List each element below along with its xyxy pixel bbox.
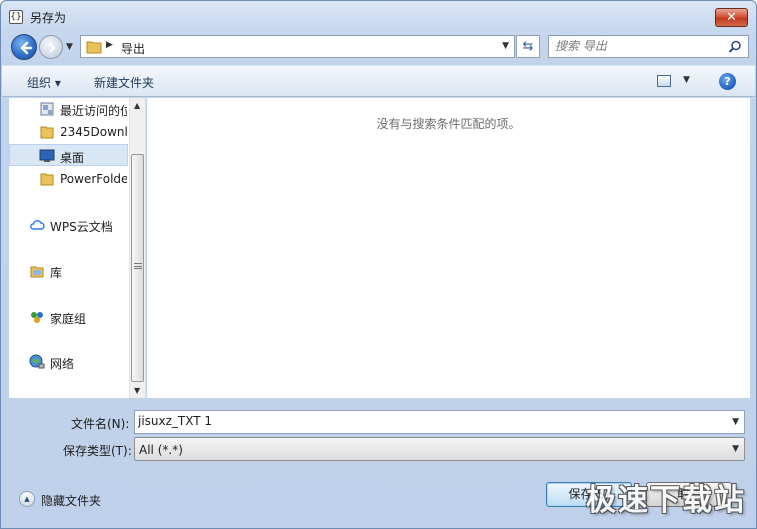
address-dropdown-icon[interactable]: ▼	[502, 41, 509, 51]
hide-folders-label[interactable]: 隐藏文件夹	[41, 492, 101, 509]
folder-icon	[40, 173, 54, 186]
folder-icon	[86, 41, 102, 54]
sidebar-item-label: PowerFolder	[60, 172, 127, 186]
sidebar-item-2345downloads[interactable]: 2345Downloads	[9, 121, 127, 143]
breadcrumb-item[interactable]: 导出	[121, 40, 145, 57]
recent-places-icon	[40, 102, 54, 116]
scroll-down-icon[interactable]: ▼	[134, 386, 140, 395]
title-bar: {} 另存为 ✕	[1, 1, 756, 31]
sidebar-item-label: 网络	[50, 357, 75, 371]
homegroup-icon	[31, 312, 43, 323]
search-input[interactable]	[555, 39, 725, 53]
scroll-up-icon[interactable]: ▲	[134, 101, 140, 110]
change-view-icon[interactable]	[657, 75, 671, 87]
navigation-bar: ▼ ▶ 导出 ▼ ⇆	[1, 33, 756, 61]
sidebar-item-label: 桌面	[60, 151, 85, 165]
sidebar-item-powerfolder[interactable]: PowerFolder	[9, 168, 127, 190]
view-options-dropdown[interactable]: ▼	[683, 75, 690, 85]
sidebar-item-label: 家庭组	[50, 312, 87, 326]
grip-icon	[134, 263, 142, 269]
chevron-down-icon[interactable]: ▼	[732, 444, 739, 454]
filetype-value: All (*.*)	[139, 443, 183, 457]
sidebar-item-wps-cloud[interactable]: WPS云文档	[9, 214, 127, 236]
sidebar-item-label: 最近访问的位置	[60, 104, 127, 118]
filename-combobox[interactable]: ▼	[134, 410, 745, 434]
chevron-down-icon[interactable]: ▼	[732, 417, 739, 427]
sidebar-item-label: 2345Downloads	[60, 125, 127, 139]
filename-label: 文件名(N):	[71, 417, 130, 431]
window-title: 另存为	[30, 11, 67, 25]
file-list-pane[interactable]: 没有与搜索条件匹配的项。	[147, 98, 750, 398]
sidebar-item-label: WPS云文档	[50, 220, 113, 234]
sidebar-item-desktop[interactable]: 桌面	[9, 144, 128, 166]
library-icon	[30, 266, 44, 278]
address-bar[interactable]: ▶ 导出 ▼	[80, 35, 515, 58]
sidebar-item-network[interactable]: 网络	[9, 351, 127, 373]
forward-arrow-icon	[49, 43, 56, 53]
desktop-icon	[39, 149, 55, 162]
command-toolbar: 组织 ▾ 新建文件夹 ▼ ?	[2, 65, 755, 97]
filetype-select[interactable]: All (*.*) ▼	[134, 437, 745, 461]
recent-locations-dropdown[interactable]: ▼	[66, 42, 73, 52]
watermark-logo: 极速下载站	[586, 483, 746, 518]
filename-input[interactable]	[138, 414, 718, 428]
filetype-label: 保存类型(T):	[63, 444, 132, 458]
cloud-icon	[30, 220, 45, 230]
sidebar-item-recent-places[interactable]: 最近访问的位置	[9, 98, 127, 120]
breadcrumb-separator-icon[interactable]: ▶	[106, 40, 113, 50]
search-icon[interactable]	[728, 40, 742, 54]
navigation-scrollbar[interactable]: ▲ ▼	[129, 98, 145, 398]
back-button[interactable]	[11, 34, 37, 60]
forward-button[interactable]	[39, 35, 63, 59]
organize-menu[interactable]: 组织 ▾	[27, 74, 61, 91]
search-box[interactable]	[548, 35, 749, 58]
folder-icon	[40, 126, 54, 139]
sidebar-item-homegroup[interactable]: 家庭组	[9, 306, 127, 328]
back-arrow-icon	[20, 41, 33, 55]
empty-results-message: 没有与搜索条件匹配的项。	[376, 117, 521, 131]
sidebar-item-label: 库	[50, 266, 63, 280]
scrollbar-thumb[interactable]	[131, 154, 144, 382]
navigation-pane: 最近访问的位置 2345Downloads 桌面 PowerFolder	[9, 98, 146, 398]
save-as-dialog: {} 另存为 ✕ ▼ ▶ 导出 ▼ ⇆ 搜索 导出 组织 ▾ 新建文件夹 ▼ ?…	[0, 0, 757, 529]
new-folder-button[interactable]: 新建文件夹	[94, 74, 154, 91]
refresh-button[interactable]: ⇆	[516, 35, 540, 58]
collapse-icon[interactable]: ▲	[19, 491, 35, 507]
network-icon	[29, 354, 45, 369]
sidebar-item-libraries[interactable]: 库	[9, 260, 127, 282]
close-button[interactable]: ✕	[715, 8, 748, 27]
app-icon: {}	[9, 10, 23, 24]
help-button[interactable]: ?	[719, 73, 736, 90]
